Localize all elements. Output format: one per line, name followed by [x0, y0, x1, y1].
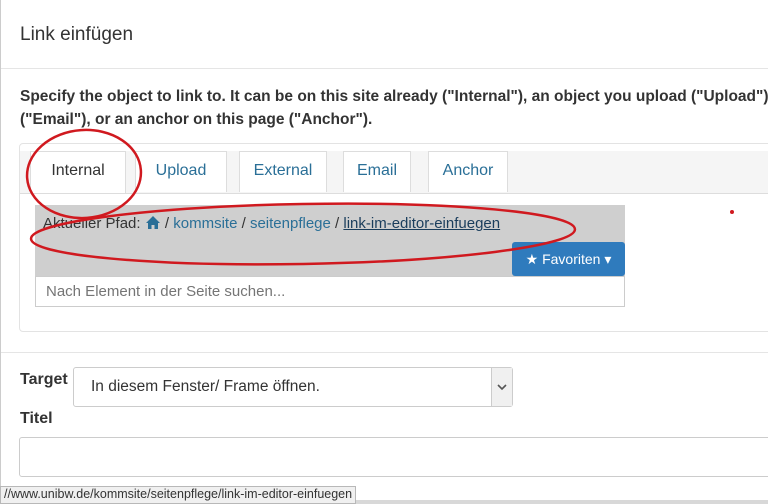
path-segment-kommsite[interactable]: kommsite	[173, 215, 237, 232]
target-selected-value: In diesem Fenster/ Frame öffnen.	[91, 378, 320, 395]
instructions-line-1: Specify the object to link to. It can be…	[20, 88, 768, 105]
divider	[1, 352, 768, 353]
tab-upload[interactable]: Upload	[135, 151, 227, 192]
path-label: Aktueller Pfad:	[43, 215, 141, 232]
breadcrumb: Aktueller Pfad: / kommsite / seitenpfleg…	[43, 215, 500, 232]
instructions-line-2: ("Email"), or an anchor on this page ("A…	[20, 111, 373, 128]
target-label: Target	[20, 371, 68, 388]
link-dialog: Link einfügen Specify the object to link…	[0, 0, 768, 500]
path-separator: /	[241, 215, 246, 232]
path-separator: /	[164, 215, 170, 232]
tab-bar: Internal Upload External Email Anchor	[20, 151, 768, 194]
titel-label: Titel	[20, 410, 53, 427]
tab-external[interactable]: External	[239, 151, 327, 192]
titel-input[interactable]	[19, 437, 768, 477]
search-input[interactable]	[35, 276, 625, 307]
tab-internal[interactable]: Internal	[30, 151, 126, 193]
chevron-down-icon[interactable]	[491, 368, 512, 406]
path-segment-seitenpflege[interactable]: seitenpflege	[250, 215, 331, 232]
path-segment-current[interactable]: link-im-editor-einfuegen	[343, 215, 500, 232]
dialog-title: Link einfügen	[20, 24, 134, 45]
dialog-instructions: Specify the object to link to. It can be…	[20, 85, 768, 131]
tab-anchor[interactable]: Anchor	[428, 151, 508, 192]
home-icon[interactable]	[145, 215, 161, 230]
favorites-button[interactable]: ★ Favoriten ▾	[512, 242, 625, 276]
dialog-header: Link einfügen	[1, 0, 768, 69]
status-bar-url: //www.unibw.de/kommsite/seitenpflege/lin…	[0, 486, 357, 504]
link-type-panel: Internal Upload External Email Anchor Ak…	[19, 143, 768, 332]
tab-email[interactable]: Email	[343, 151, 411, 192]
path-separator: /	[335, 215, 340, 232]
current-path-bar: Aktueller Pfad: / kommsite / seitenpfleg…	[35, 205, 625, 276]
target-select[interactable]: In diesem Fenster/ Frame öffnen.	[73, 367, 513, 407]
